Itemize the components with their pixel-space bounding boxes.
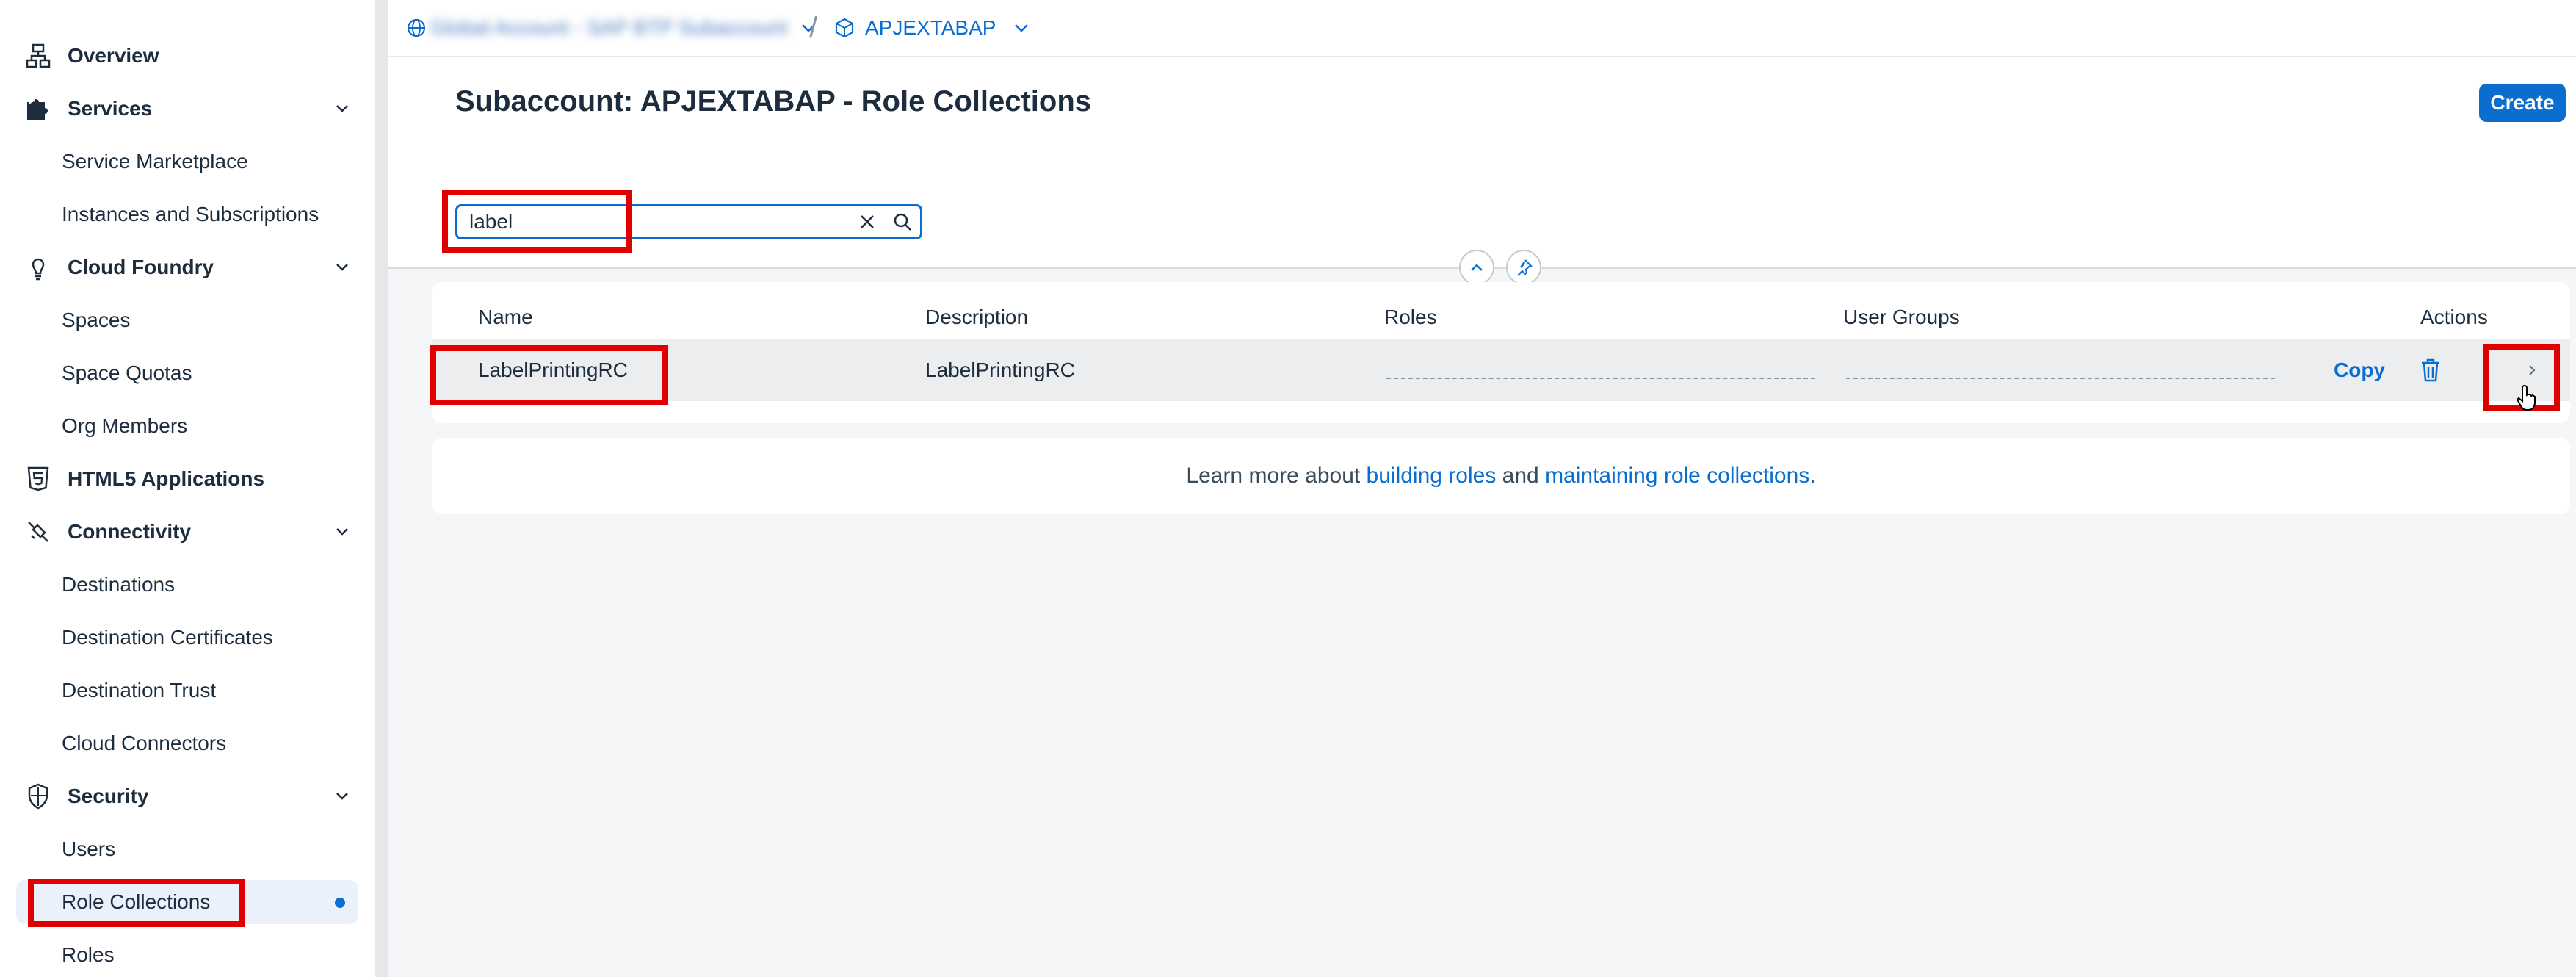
maintaining-role-collections-link[interactable]: maintaining role collections [1545, 464, 1809, 488]
table-row[interactable]: LabelPrintingRC LabelPrintingRC Copy [432, 339, 2570, 401]
collapse-header-button[interactable] [1459, 250, 1494, 285]
sidebar-item-label: Role Collections [62, 890, 211, 913]
sidebar-item-label: Spaces [62, 309, 131, 331]
breadcrumb: Global Account - SAP BTP Subaccount / AP… [388, 0, 2576, 57]
hand-cursor-icon [2516, 385, 2538, 415]
page-header: Subaccount: APJEXTABAP - Role Collection… [388, 57, 2576, 269]
chevron-down-icon[interactable] [332, 522, 352, 542]
puzzle-icon [22, 93, 54, 125]
column-header-description[interactable]: Description [925, 306, 1028, 329]
breadcrumb-separator: / [809, 11, 818, 44]
sidebar-item-label: Space Quotas [62, 361, 192, 384]
chevron-up-icon [1469, 262, 1484, 273]
delete-button[interactable] [2414, 339, 2447, 401]
search-icon[interactable] [885, 206, 920, 237]
sidebar-item-label: Cloud Foundry [68, 256, 214, 278]
info-suffix: . [1809, 464, 1816, 488]
sidebar-item-org-members[interactable]: Org Members [62, 404, 352, 448]
sidebar-item-services[interactable]: Services [22, 87, 352, 131]
chevron-right-icon [2528, 364, 2536, 377]
globe-icon [407, 18, 426, 37]
global-account-name: Global Account - SAP BTP Subaccount [430, 16, 788, 39]
sidebar-item-users[interactable]: Users [62, 827, 352, 871]
column-header-name[interactable]: Name [478, 306, 533, 329]
chevron-down-icon [1013, 23, 1030, 33]
building-roles-link[interactable]: building roles [1367, 464, 1497, 488]
sidebar-item-label: Users [62, 837, 116, 860]
role-collections-table: Name Description Roles User Groups Actio… [432, 282, 2570, 423]
sidebar-item-instances-subscriptions[interactable]: Instances and Subscriptions [62, 192, 352, 237]
copy-button[interactable]: Copy [2334, 339, 2385, 401]
pin-header-button[interactable] [1506, 250, 1541, 285]
sidebar-item-role-collections[interactable]: Role Collections [16, 880, 358, 924]
hierarchy-icon [22, 40, 54, 72]
sidebar-item-cloud-foundry[interactable]: Cloud Foundry [22, 245, 352, 289]
sidebar-item-cloud-connectors[interactable]: Cloud Connectors [62, 721, 352, 765]
sidebar-item-label: Security [68, 785, 149, 807]
sidebar-item-overview[interactable]: Overview [22, 34, 352, 78]
sidebar-item-destination-trust[interactable]: Destination Trust [62, 668, 352, 713]
sidebar-item-label: Service Marketplace [62, 150, 248, 173]
shield-icon [22, 780, 54, 812]
column-header-roles[interactable]: Roles [1384, 306, 1437, 329]
sidebar-item-label: Connectivity [68, 520, 192, 543]
html5-icon [22, 463, 54, 495]
column-header-user-groups[interactable]: User Groups [1843, 306, 1960, 329]
sidebar-item-label: Org Members [62, 414, 188, 437]
subaccount-icon [834, 18, 855, 38]
sidebar-item-label: Roles [62, 943, 115, 966]
sidebar-item-label: Cloud Connectors [62, 732, 227, 754]
subaccount-name: APJEXTABAP [865, 16, 996, 39]
sidebar-navigation: Overview Services Service Marketplace In… [0, 0, 375, 977]
info-middle: and [1496, 464, 1546, 488]
search-input[interactable] [457, 209, 850, 234]
sidebar-item-label: Destination Certificates [62, 626, 273, 649]
row-name: LabelPrintingRC [478, 358, 628, 381]
sidebar-item-space-quotas[interactable]: Space Quotas [62, 351, 352, 395]
sidebar-item-spaces[interactable]: Spaces [62, 298, 352, 342]
page-title: Subaccount: APJEXTABAP - Role Collection… [455, 85, 1092, 118]
chevron-down-icon[interactable] [332, 98, 352, 119]
row-description: LabelPrintingRC [925, 358, 1075, 381]
cloud-foundry-icon [22, 251, 54, 284]
create-button[interactable]: Create [2479, 84, 2566, 122]
sidebar-item-security[interactable]: Security [22, 774, 352, 818]
column-header-actions: Actions [2420, 306, 2488, 328]
selected-indicator [335, 898, 345, 908]
sidebar-item-label: Destinations [62, 573, 176, 596]
search-field [455, 204, 922, 239]
sidebar-item-destinations[interactable]: Destinations [62, 563, 352, 607]
user-groups-empty-placeholder [1846, 378, 2275, 379]
sidebar-item-label: Overview [68, 44, 159, 67]
sidebar-item-label: Destination Trust [62, 679, 217, 702]
sidebar-item-label: Instances and Subscriptions [62, 203, 319, 226]
sidebar-splitter[interactable] [375, 0, 388, 977]
chevron-down-icon[interactable] [332, 257, 352, 278]
sidebar-item-label: HTML5 Applications [68, 467, 265, 490]
sidebar-item-html5-applications[interactable]: HTML5 Applications [22, 457, 352, 501]
breadcrumb-global-account[interactable]: Global Account - SAP BTP Subaccount [407, 0, 817, 56]
pin-icon [1515, 259, 1533, 276]
chevron-down-icon[interactable] [332, 786, 352, 807]
learn-more-card: Learn more about building roles and main… [432, 438, 2570, 514]
clear-icon[interactable] [850, 206, 886, 237]
sidebar-item-destination-certificates[interactable]: Destination Certificates [62, 616, 352, 660]
trash-icon [2420, 358, 2441, 382]
breadcrumb-subaccount[interactable]: APJEXTABAP [834, 0, 1030, 56]
sidebar-item-roles[interactable]: Roles [62, 933, 352, 977]
connectivity-icon [22, 516, 54, 548]
sidebar-item-label: Services [68, 97, 153, 120]
roles-empty-placeholder [1386, 378, 1815, 379]
info-prefix: Learn more about [1186, 464, 1367, 488]
sidebar-item-connectivity[interactable]: Connectivity [22, 510, 352, 554]
sidebar-item-service-marketplace[interactable]: Service Marketplace [62, 140, 352, 184]
